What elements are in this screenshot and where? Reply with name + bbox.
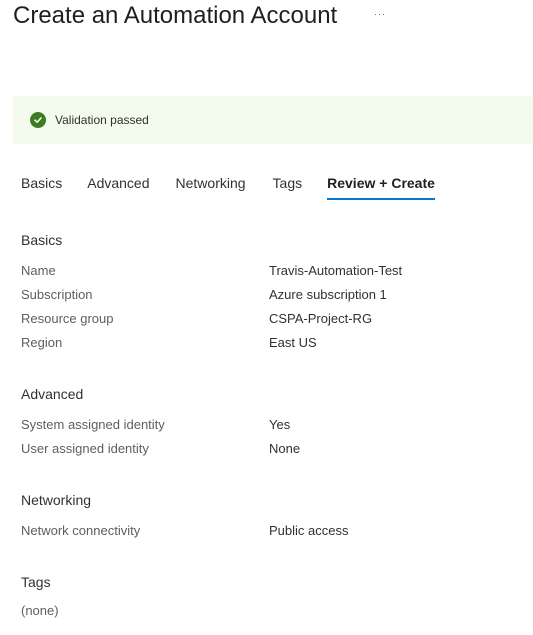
row-label: Network connectivity <box>21 523 141 538</box>
summary-row: Name Travis-Automation-Test <box>21 262 521 280</box>
row-value: East US <box>269 335 317 350</box>
summary-row: User assigned identity None <box>21 440 521 458</box>
tab-review-create[interactable]: Review + Create <box>327 174 435 200</box>
row-label: Subscription <box>21 287 93 302</box>
row-value: CSPA-Project-RG <box>269 311 373 326</box>
row-label: System assigned identity <box>21 417 165 432</box>
section-title-networking: Networking <box>21 492 92 508</box>
tab-bar: Basics Advanced Networking Tags Review +… <box>21 174 435 200</box>
row-value: Azure subscription 1 <box>269 287 387 302</box>
row-label: Resource group <box>21 311 114 326</box>
summary-row: Resource group CSPA-Project-RG <box>21 310 521 328</box>
tab-networking[interactable]: Networking <box>176 174 246 200</box>
row-label: User assigned identity <box>21 441 149 456</box>
tab-basics[interactable]: Basics <box>21 174 62 200</box>
summary-row: System assigned identity Yes <box>21 416 521 434</box>
validation-banner: Validation passed <box>13 96 533 144</box>
tab-advanced[interactable]: Advanced <box>87 174 149 200</box>
tab-tags[interactable]: Tags <box>273 174 303 200</box>
page-title: Create an Automation Account <box>13 2 338 29</box>
summary-row: Region East US <box>21 334 521 352</box>
section-title-advanced: Advanced <box>21 386 84 402</box>
checkmark-circle-icon <box>30 112 46 128</box>
row-label: Name <box>21 263 56 278</box>
section-title-tags: Tags <box>21 574 51 590</box>
validation-message: Validation passed <box>55 113 149 127</box>
row-label: Region <box>21 335 63 350</box>
summary-row: Network connectivity Public access <box>21 522 521 540</box>
row-value: None <box>269 441 301 456</box>
row-value: Travis-Automation-Test <box>269 263 403 278</box>
tags-empty-text: (none) <box>21 603 59 618</box>
row-value: Yes <box>269 417 291 432</box>
section-title-basics: Basics <box>21 232 63 248</box>
summary-row: Subscription Azure subscription 1 <box>21 286 521 304</box>
row-value: Public access <box>269 523 349 538</box>
more-options-button[interactable]: ··· <box>374 9 386 19</box>
